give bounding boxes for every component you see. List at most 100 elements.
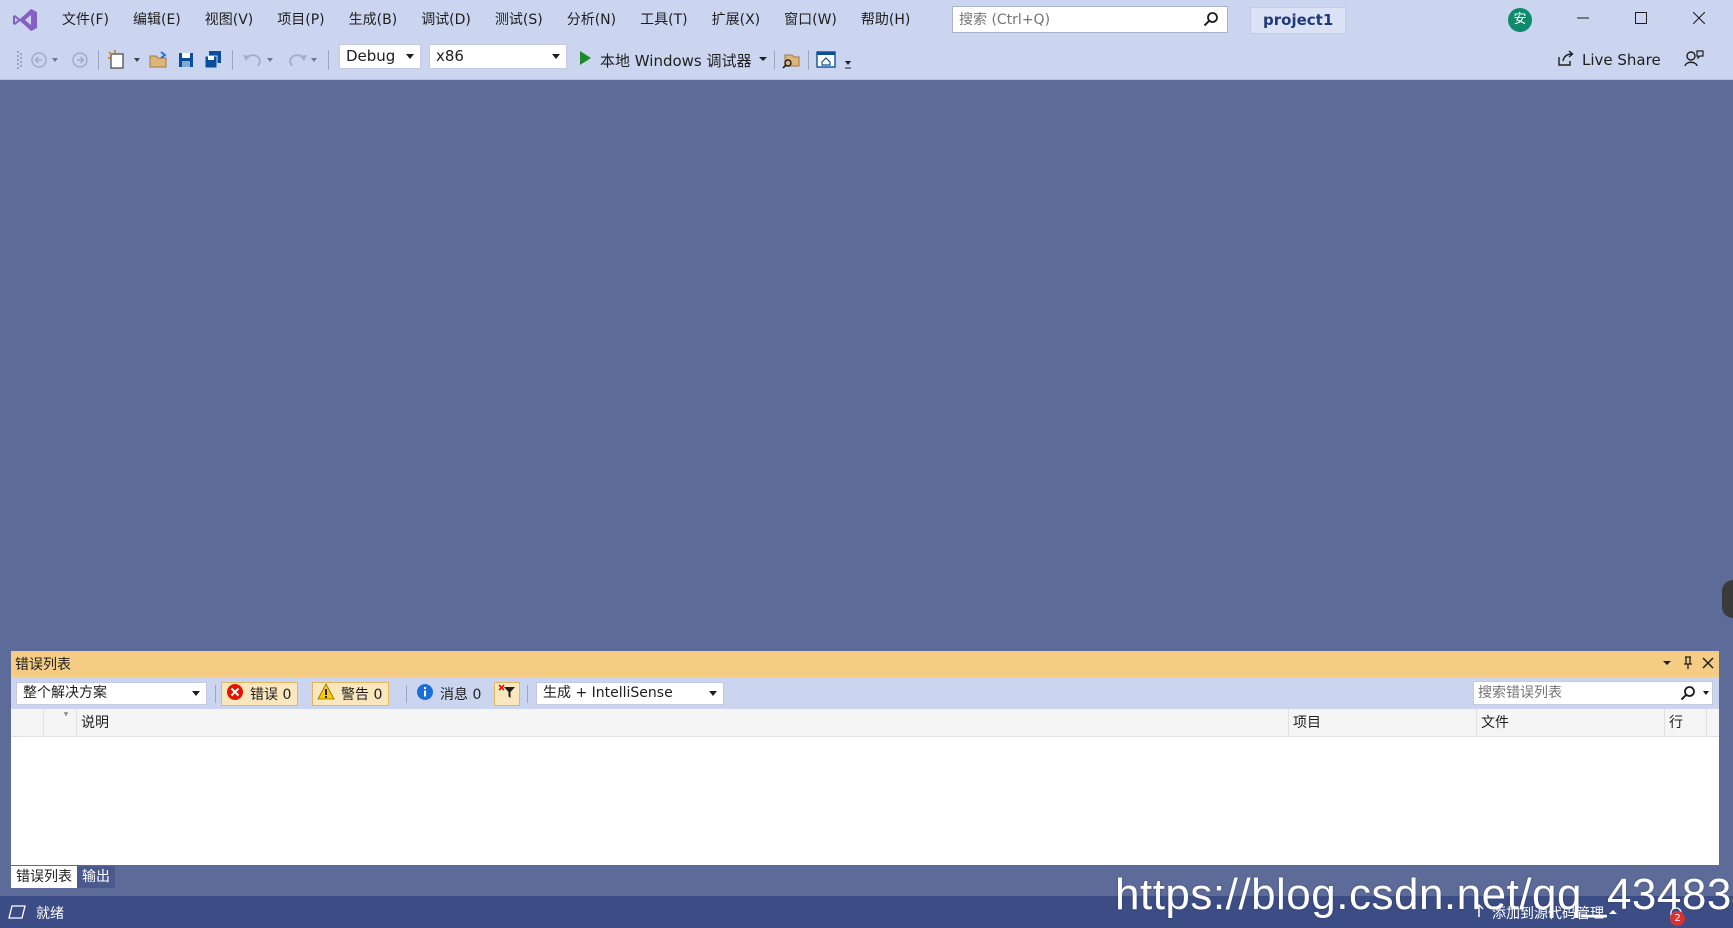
error-scope-dropdown[interactable]: 整个解决方案 [16, 682, 207, 705]
navigate-back-icon[interactable] [30, 49, 62, 71]
menu-debug[interactable]: 调试(D) [409, 0, 483, 40]
menu-window[interactable]: 窗口(W) [772, 0, 849, 40]
column-line[interactable]: 行 [1665, 709, 1707, 737]
undo-icon[interactable] [240, 49, 276, 71]
close-window-button[interactable] [1676, 0, 1722, 40]
error-list-search-input[interactable] [1474, 682, 1674, 704]
solution-configuration-value: Debug [346, 47, 396, 65]
menu-help[interactable]: 帮助(H) [849, 0, 922, 40]
maximize-button[interactable] [1618, 0, 1664, 40]
error-list-toolbar: 整个解决方案 错误 0 警告 0 消息 0 生成 + IntelliSense … [11, 677, 1719, 709]
warnings-filter-button[interactable]: 警告 0 [312, 682, 390, 706]
menu-test[interactable]: 测试(S) [483, 0, 555, 40]
menu-edit[interactable]: 编辑(E) [121, 0, 193, 40]
menu-project[interactable]: 项目(P) [265, 0, 336, 40]
error-grid-body[interactable] [11, 737, 1719, 865]
menu-view[interactable]: 视图(V) [193, 0, 266, 40]
open-file-icon[interactable] [148, 49, 170, 71]
menu-bar: 文件(F) 编辑(E) 视图(V) 项目(P) 生成(B) 调试(D) 测试(S… [50, 0, 922, 40]
save-icon[interactable] [176, 49, 196, 71]
error-icon [226, 683, 244, 705]
editor-document-area[interactable] [0, 81, 1733, 651]
start-debugging-button[interactable]: 本地 Windows 调试器 [576, 49, 768, 71]
status-window-icon[interactable] [8, 904, 26, 924]
messages-count-label: 消息 0 [440, 687, 482, 703]
toolbar-separator [406, 685, 407, 703]
navigate-forward-icon[interactable] [70, 49, 90, 71]
column-description[interactable]: 说明 [77, 709, 1289, 737]
live-share-button[interactable]: Live Share [1556, 48, 1661, 72]
menu-build[interactable]: 生成(B) [337, 0, 410, 40]
error-list-header[interactable]: 错误列表 [11, 651, 1719, 677]
title-bar: 文件(F) 编辑(E) 视图(V) 项目(P) 生成(B) 调试(D) 测试(S… [0, 0, 1733, 40]
tab-error-list[interactable]: 错误列表 [11, 866, 77, 888]
toolbar-separator [328, 50, 329, 70]
menu-tools[interactable]: 工具(T) [628, 0, 699, 40]
search-icon[interactable] [1680, 685, 1696, 705]
build-source-dropdown[interactable]: 生成 + IntelliSense [536, 682, 724, 705]
quick-search-input[interactable] [953, 7, 1193, 32]
quick-search-box [952, 6, 1228, 33]
close-panel-icon[interactable] [1701, 655, 1715, 675]
column-code[interactable] [44, 709, 77, 737]
pin-icon[interactable] [1681, 655, 1695, 675]
solution-platform-dropdown[interactable]: x86 [429, 44, 567, 69]
chevron-down-icon[interactable] [758, 52, 768, 68]
error-list-title: 错误列表 [15, 657, 71, 673]
chevron-down-icon [192, 691, 200, 696]
column-file[interactable]: 文件 [1477, 709, 1665, 737]
minimize-icon [1577, 12, 1589, 28]
redo-icon[interactable] [284, 49, 320, 71]
chevron-down-icon [709, 691, 717, 696]
chevron-down-icon [552, 54, 560, 59]
error-list-search-box [1473, 681, 1713, 705]
visual-studio-logo-icon[interactable] [0, 0, 50, 40]
watermark-text: https://blog.csdn.net/qq_43483403 [1115, 870, 1733, 919]
column-project[interactable]: 项目 [1289, 709, 1477, 737]
toolbar-separator [98, 50, 99, 70]
filter-toggle-button[interactable] [494, 682, 520, 706]
info-icon [416, 683, 434, 705]
toolbar-grip-icon[interactable] [16, 49, 22, 71]
error-scope-value: 整个解决方案 [23, 685, 107, 701]
start-debugging-label: 本地 Windows 调试器 [600, 51, 752, 70]
filter-icon [498, 683, 516, 705]
toolbar-separator [232, 50, 233, 70]
scroll-handle[interactable] [1722, 580, 1733, 618]
solution-name-badge: project1 [1250, 7, 1347, 34]
menu-file[interactable]: 文件(F) [50, 0, 121, 40]
error-list-panel: 错误列表 整个解决方案 错误 0 警告 0 消息 0 生成 + IntelliS… [11, 651, 1719, 865]
errors-filter-button[interactable]: 错误 0 [221, 682, 299, 706]
solution-configuration-dropdown[interactable]: Debug [339, 44, 421, 69]
new-project-icon[interactable] [106, 49, 144, 71]
minimize-button[interactable] [1560, 0, 1606, 40]
window-position-icon[interactable] [1660, 655, 1674, 675]
status-text: 就绪 [36, 906, 64, 922]
tool-window-tabs: 错误列表 输出 [11, 866, 115, 888]
menu-analyze[interactable]: 分析(N) [555, 0, 628, 40]
browser-link-icon[interactable] [815, 49, 855, 71]
chevron-down-icon [406, 54, 414, 59]
close-icon [1692, 11, 1706, 28]
standard-toolbar: Debug x86 本地 Windows 调试器 Live Share [0, 40, 1733, 80]
toolbar-separator [215, 685, 216, 703]
warnings-count-label: 警告 0 [341, 687, 383, 703]
play-icon [576, 49, 594, 71]
account-avatar[interactable]: 安 [1508, 8, 1532, 32]
toolbar-separator [808, 50, 809, 70]
column-severity[interactable] [11, 709, 44, 737]
tab-output[interactable]: 输出 [77, 866, 115, 888]
live-share-icon [1556, 48, 1576, 72]
search-icon[interactable] [1203, 11, 1219, 31]
maximize-icon [1635, 12, 1647, 28]
solution-platform-value: x86 [436, 47, 464, 65]
save-all-icon[interactable] [202, 49, 224, 71]
menu-extensions[interactable]: 扩展(X) [700, 0, 773, 40]
chevron-down-icon[interactable] [1703, 691, 1709, 695]
feedback-icon[interactable] [1683, 48, 1705, 74]
live-share-label: Live Share [1582, 51, 1661, 69]
toolbar-separator [527, 685, 528, 703]
find-in-files-icon[interactable] [780, 49, 802, 71]
build-source-value: 生成 + IntelliSense [543, 685, 673, 701]
messages-filter-button[interactable]: 消息 0 [412, 682, 487, 706]
